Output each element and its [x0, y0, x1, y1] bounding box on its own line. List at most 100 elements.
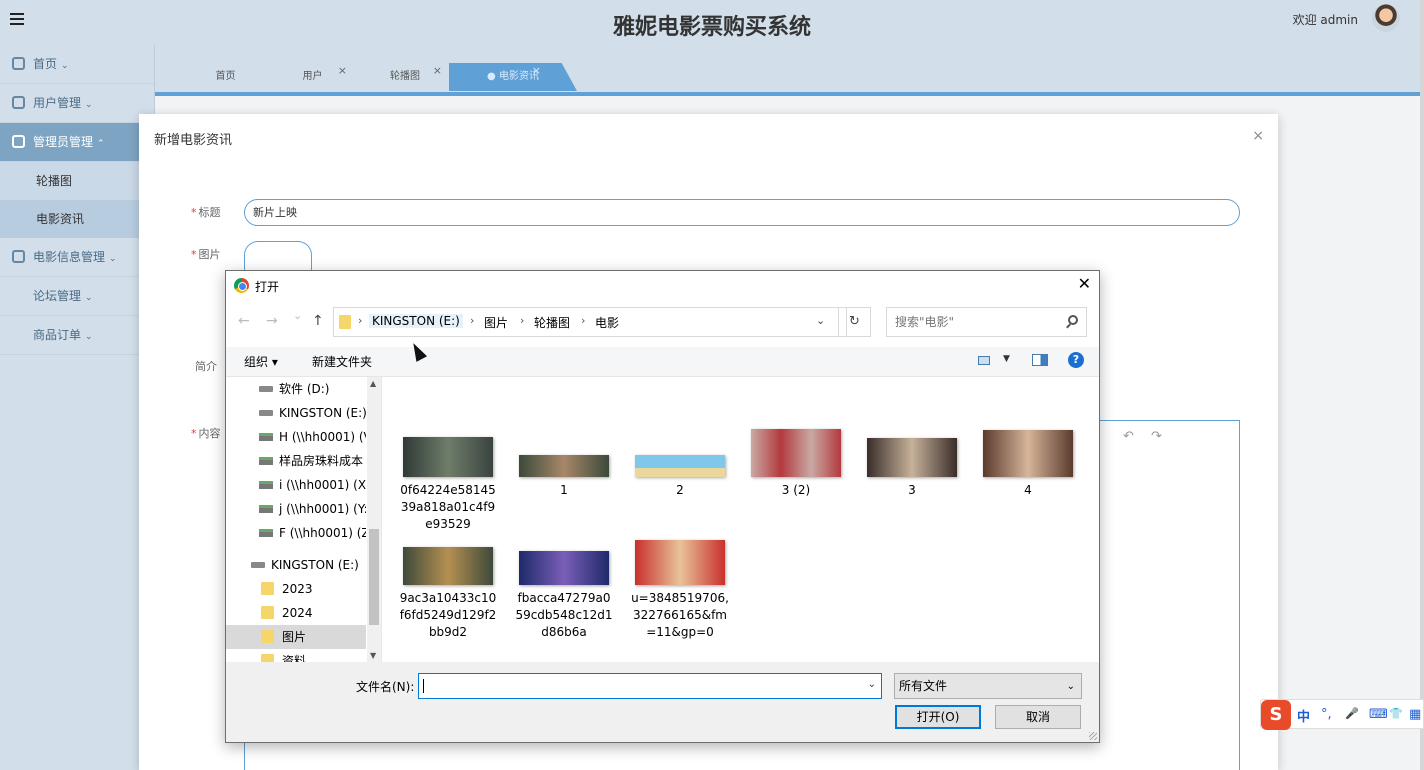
tab-movie-news[interactable]: ● 电影资讯 ×: [449, 63, 577, 91]
file-item[interactable]: 4: [978, 430, 1078, 499]
sidebar-sub-carousel[interactable]: 轮播图: [0, 162, 154, 200]
close-icon[interactable]: ×: [532, 63, 541, 85]
intro-label: 简介: [195, 360, 217, 373]
redo-icon[interactable]: ↷: [1151, 429, 1162, 444]
tab-users[interactable]: 用户 ×: [270, 63, 355, 91]
filename-label: 文件名(N):: [356, 680, 415, 694]
sidebar-sub-movie-news[interactable]: 电影资讯: [0, 200, 154, 238]
tree-item-sample-cost[interactable]: 样品房珠料成本: [226, 449, 366, 473]
file-item[interactable]: u=3848519706, 322766165&fm =11&gp=0: [630, 540, 730, 641]
close-icon[interactable]: ✕: [1078, 274, 1091, 293]
breadcrumb-carousel[interactable]: 轮播图: [534, 314, 570, 331]
dialog-title: 打开: [255, 280, 280, 294]
sidebar-item-home[interactable]: 首页 ⌄: [0, 45, 154, 84]
file-item[interactable]: 2: [630, 455, 730, 499]
tab-home[interactable]: 首页: [183, 63, 268, 91]
sidebar-item-forum[interactable]: 论坛管理 ⌄: [0, 277, 154, 316]
close-icon[interactable]: ×: [433, 57, 442, 85]
network-drive-icon: [259, 481, 273, 489]
tree-item-e-drive[interactable]: KINGSTON (E:): [226, 401, 366, 425]
microphone-icon[interactable]: 🎤: [1345, 707, 1359, 720]
drive-icon: [251, 562, 265, 568]
filename-input[interactable]: ⌄: [418, 673, 882, 699]
sidebar-item-orders[interactable]: 商品订单 ⌄: [0, 316, 154, 355]
file-item[interactable]: 0f64224e58145 39a818a01c4f9 e93529: [398, 437, 498, 533]
file-list: 0f64224e58145 39a818a01c4f9 e93529 1 2 3 (…: [382, 377, 1099, 662]
image-thumbnail: [519, 551, 609, 585]
preview-pane-icon[interactable]: [1032, 354, 1048, 366]
admin-icon: [12, 135, 25, 148]
file-item[interactable]: 1: [514, 455, 614, 499]
tree-scrollbar[interactable]: ▲ ▼: [367, 377, 381, 662]
help-icon[interactable]: ?: [1068, 352, 1084, 368]
undo-icon[interactable]: ↶: [1123, 429, 1134, 444]
tree-item-2023[interactable]: 2023: [226, 577, 366, 601]
image-label: * 图片: [191, 248, 221, 261]
title-input[interactable]: 新片上映: [244, 199, 1240, 226]
recent-locations-icon[interactable]: ⌄: [293, 309, 302, 322]
file-item[interactable]: fbacca47279a0 59cdb548c12d1 d86b6a: [514, 551, 614, 641]
page-scrollbar[interactable]: [1420, 0, 1424, 770]
tree-item-y-drive[interactable]: j (\\hh0001) (Y:): [226, 497, 366, 521]
chevron-right-icon: ›: [520, 314, 525, 327]
forward-icon[interactable]: →: [266, 313, 278, 329]
scroll-up-icon[interactable]: ▲: [370, 379, 376, 388]
chevron-down-icon: ⌄: [85, 100, 93, 110]
tree-item-2024[interactable]: 2024: [226, 601, 366, 625]
scroll-thumb[interactable]: [369, 529, 379, 625]
sidebar: 首页 ⌄ 用户管理 ⌄ 管理员管理 ⌃ 轮播图 电影资讯 电影信息管理 ⌄ 论坛管理 ⌄ …: [0, 45, 155, 770]
grid-icon[interactable]: ▦: [1409, 707, 1421, 722]
content-label: * 内容: [191, 427, 221, 440]
chevron-right-icon: ›: [470, 314, 475, 327]
breadcrumb-movie[interactable]: 电影: [595, 314, 619, 331]
folder-icon: [339, 315, 351, 329]
breadcrumb-drive[interactable]: KINGSTON (E:): [369, 314, 463, 328]
search-input[interactable]: 搜索"电影": [886, 307, 1087, 337]
filetype-select[interactable]: 所有文件 ⌄: [894, 673, 1082, 699]
image-thumbnail: [867, 438, 957, 477]
text-caret: [423, 679, 424, 693]
tab-carousel[interactable]: 轮播图 ×: [360, 63, 450, 91]
up-folder-icon[interactable]: ↑: [312, 313, 324, 329]
tree-item-kingston[interactable]: KINGSTON (E:): [226, 553, 366, 577]
sidebar-item-movie-info[interactable]: 电影信息管理 ⌄: [0, 238, 154, 277]
avatar[interactable]: [1372, 4, 1400, 32]
tree-item-v-drive[interactable]: H (\\hh0001) (V:): [226, 425, 366, 449]
image-thumbnail: [403, 437, 493, 477]
file-item[interactable]: 9ac3a10433c10 f6fd5249d129f2 bb9d2: [398, 547, 498, 641]
breadcrumb-pictures[interactable]: 图片: [484, 314, 508, 331]
resize-grip[interactable]: [1089, 732, 1097, 740]
search-icon: [1068, 315, 1078, 325]
scroll-down-icon[interactable]: ▼: [370, 651, 376, 660]
keyboard-icon[interactable]: ⌨: [1369, 707, 1388, 722]
drive-icon: [259, 410, 273, 416]
organize-menu[interactable]: 组织 ▾: [244, 353, 278, 370]
address-bar[interactable]: › KINGSTON (E:) › 图片 › 轮播图 › 电影 ⌄: [333, 307, 847, 337]
sogou-logo-icon[interactable]: S: [1261, 700, 1291, 730]
refresh-button[interactable]: ↻: [838, 307, 871, 337]
back-icon[interactable]: ←: [238, 313, 250, 329]
sidebar-item-admins[interactable]: 管理员管理 ⌃: [0, 123, 154, 162]
punctuation-icon[interactable]: °,: [1321, 707, 1332, 722]
new-folder-button[interactable]: 新建文件夹: [312, 353, 372, 370]
sidebar-item-users[interactable]: 用户管理 ⌄: [0, 84, 154, 123]
close-icon[interactable]: ×: [338, 57, 347, 85]
tree-item-x-drive[interactable]: i (\\hh0001) (X:): [226, 473, 366, 497]
ime-mode-toggle[interactable]: 中: [1297, 706, 1310, 725]
chevron-down-icon[interactable]: ⌄: [816, 314, 825, 327]
dialog-titlebar[interactable]: 打开 ✕: [226, 271, 1099, 301]
cancel-button[interactable]: 取消: [995, 705, 1081, 729]
tree-item-pictures[interactable]: 图片: [226, 625, 366, 649]
chevron-down-icon[interactable]: ⌄: [868, 679, 876, 690]
tree-item-z-drive[interactable]: F (\\hh0001) (Z:): [226, 521, 366, 545]
skin-icon[interactable]: 👕: [1389, 707, 1403, 720]
tree-item-materials[interactable]: 资料: [226, 649, 366, 662]
open-button[interactable]: 打开(O): [895, 705, 981, 729]
home-icon: [12, 57, 25, 70]
view-mode-icon[interactable]: [978, 356, 990, 365]
tree-item-d-drive[interactable]: 软件 (D:): [226, 377, 366, 401]
close-icon[interactable]: ×: [1252, 128, 1264, 144]
view-dropdown-icon[interactable]: ▼: [1003, 354, 1010, 364]
file-item[interactable]: 3: [862, 438, 962, 499]
file-item[interactable]: 3 (2): [746, 429, 846, 499]
